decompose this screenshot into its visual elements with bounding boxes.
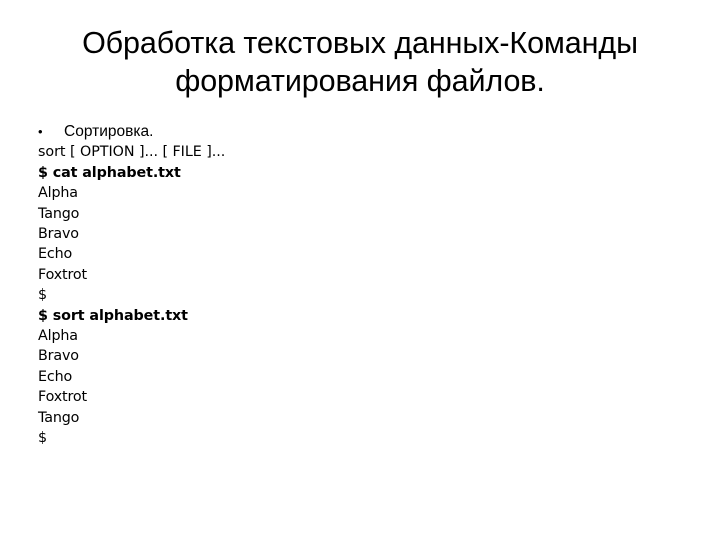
page-title: Обработка текстовых данных-Команды форма… — [82, 26, 638, 99]
terminal-output-line: Tango — [38, 205, 80, 222]
terminal-output-line: Tango — [38, 409, 80, 426]
terminal-output-line: $ — [38, 430, 47, 447]
terminal-output-line: Bravo — [38, 226, 79, 243]
terminal-output-line: Echo — [38, 246, 73, 263]
terminal-command-line: $ cat alphabet.txt — [38, 164, 181, 181]
terminal-output-line: Foxtrot — [38, 389, 87, 406]
terminal-output-line: Echo — [38, 368, 73, 385]
terminal-output-line: Foxtrot — [38, 266, 87, 283]
slide-canvas: Обработка текстовых данных-Команды форма… — [0, 0, 720, 540]
list-item-label: Сортировка. — [64, 123, 154, 140]
terminal-transcript: sort [ OPTION ]... [ FILE ]... $ cat alph… — [38, 142, 678, 448]
terminal-output-line: Alpha — [38, 185, 78, 202]
terminal-output-line: Alpha — [38, 328, 78, 345]
terminal-output-line: sort [ OPTION ]... [ FILE ]... — [38, 144, 226, 161]
terminal-output-line: $ — [38, 287, 47, 304]
slide-body: • Сортировка. sort [ OPTION ]... [ FILE … — [38, 122, 678, 449]
terminal-output-line: Bravo — [38, 348, 79, 365]
list-item: • Сортировка. — [38, 122, 678, 142]
bullet-icon: • — [38, 124, 43, 139]
terminal-command-line: $ sort alphabet.txt — [38, 307, 188, 324]
